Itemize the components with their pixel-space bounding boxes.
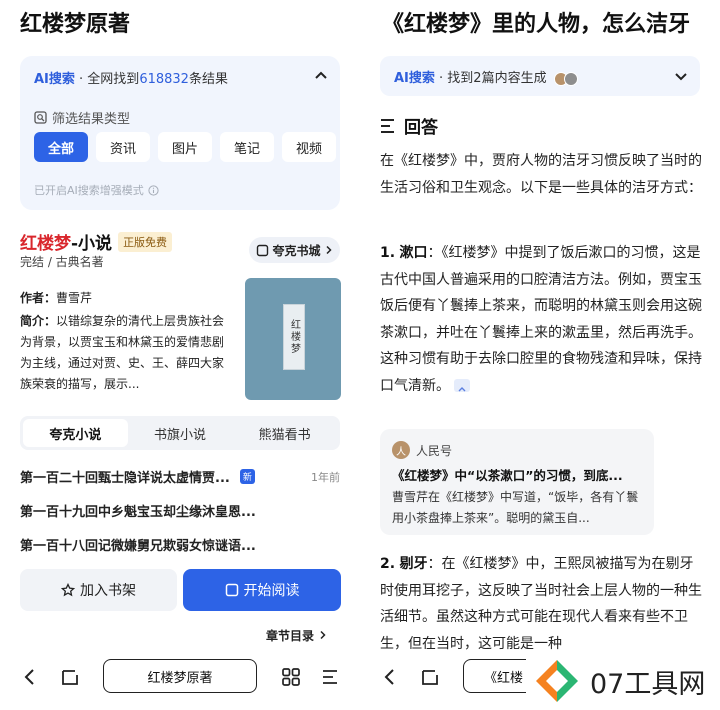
bookstore-button[interactable]: 夸克书城 — [249, 237, 340, 263]
chapter-time: 1年前 — [311, 470, 340, 484]
answer-point-1: 1. 漱口：《红楼梦》中提到了饭后漱口的习惯，这是古代中国人普遍采用的口腔清洁方… — [380, 240, 702, 399]
point-number: 2. — [380, 556, 396, 572]
ai-search-label: AI搜索 — [34, 72, 75, 87]
chapter-title: 第一百十九回中乡魁宝玉却尘缘沐皇恩... — [20, 505, 256, 520]
book-title-rest: -小说 — [71, 234, 113, 254]
free-badge: 正版免费 — [118, 231, 173, 252]
result-count: 618832 — [139, 72, 189, 87]
ai-search-label: AI搜索 — [394, 71, 435, 86]
book-icon — [225, 583, 238, 597]
tabs-icon[interactable] — [60, 667, 80, 687]
info-icon[interactable] — [148, 184, 159, 196]
chevron-right-icon — [325, 245, 332, 255]
author-name: 曹雪芹 — [56, 291, 93, 305]
tab-shuqi-novel[interactable]: 书旗小说 — [128, 419, 233, 447]
ai-summary-prefix: · 全网找到 — [79, 72, 140, 87]
chapter-item[interactable]: 第一百二十回甄士隐详说太虚情贾... 新 1年前 — [20, 467, 340, 486]
book-title[interactable]: 红楼梦 -小说 正版免费 — [20, 229, 173, 254]
back-icon[interactable] — [22, 667, 38, 687]
start-reading-button[interactable]: 开始阅读 — [183, 569, 341, 611]
ai-summary-text: · 找到2篇内容生成 — [439, 71, 547, 86]
table-of-contents-link[interactable]: 章节目录 — [266, 627, 327, 644]
point-number: 1. — [380, 245, 396, 261]
chapter-title: 第一百十八回记微嫌舅兄欺弱女惊谜语... — [20, 539, 256, 554]
new-badge: 新 — [239, 469, 255, 484]
start-reading-label: 开始阅读 — [243, 583, 300, 599]
book-icon — [257, 244, 269, 256]
reference-body: 曹雪芹在《红楼梦》中写道，“饭毕，各有丫鬟用小茶盘捧上茶来”。聪明的黛玉自... — [392, 490, 639, 525]
ai-summary-suffix: 条结果 — [188, 72, 228, 87]
answer-intro: 在《红楼梦》中，贾府人物的洁牙习惯反映了当时的生活习俗和卫生观念。以下是一些具体… — [380, 153, 702, 196]
ai-search-card[interactable]: AI搜索 · 找到2篇内容生成 — [380, 56, 700, 96]
filter-label: 筛选结果类型 — [34, 108, 130, 127]
chip-notes[interactable]: 笔记 — [220, 132, 274, 162]
chapter-item[interactable]: 第一百十九回中乡魁宝玉却尘缘沐皇恩... — [20, 501, 340, 520]
chip-images[interactable]: 图片 — [158, 132, 212, 162]
chevron-right-icon — [320, 630, 326, 640]
menu-icon[interactable] — [321, 668, 339, 686]
author-label: 作者： — [20, 291, 57, 305]
ai-search-card: AI搜索 · 全网找到618832条结果 筛选结果类型 全部 资讯 图片 笔记 … — [20, 56, 340, 210]
chip-news[interactable]: 资讯 — [96, 132, 150, 162]
point-title: 漱口 — [399, 245, 428, 261]
tabs-icon[interactable] — [420, 667, 440, 687]
chapter-item[interactable]: 第一百十八回记微嫌舅兄欺弱女惊谜语... — [20, 535, 340, 554]
source-tabs: 夸克小说 书旗小说 熊猫看书 — [20, 416, 340, 450]
add-shelf-label: 加入书架 — [80, 583, 136, 599]
filter-text: 筛选结果类型 — [52, 112, 131, 127]
toc-label: 章节目录 — [266, 629, 315, 643]
ai-note-text: 已开启AI搜索增强模式 — [34, 184, 144, 197]
ai-enhance-note: 已开启AI搜索增强模式 — [34, 182, 159, 198]
reference-title: 《红楼梦》中“以茶漱口”的习惯，到底... — [392, 468, 623, 483]
chevron-up-icon[interactable] — [314, 68, 328, 82]
chip-videos[interactable]: 视频 — [282, 132, 336, 162]
grid-icon[interactable] — [281, 667, 301, 687]
watermark-logo — [536, 660, 578, 702]
point-text: ：在《红楼梦》中，王熙凤被描写为在剔牙时使用耳挖子，这反映了当时社会上层人物的一… — [380, 556, 702, 652]
page-title: 红楼梦原著 — [20, 12, 131, 37]
author-line: 作者：曹雪芹 — [20, 289, 92, 306]
result-type-chips: 全部 资讯 图片 笔记 视频 — [34, 132, 336, 162]
back-icon[interactable] — [382, 667, 398, 687]
book-title-highlight: 红楼梦 — [20, 234, 71, 254]
chip-all[interactable]: 全部 — [34, 132, 88, 162]
point-text: ：《红楼梦》中提到了饭后漱口的习惯，这是古代中国人普遍采用的口腔清洁方法。例如，… — [380, 245, 702, 394]
reference-card[interactable]: 人 人民号 《红楼梦》中“以茶漱口”的习惯，到底... 曹雪芹在《红楼梦》中写道… — [380, 429, 654, 535]
watermark: 07工具网 — [526, 652, 720, 710]
point-title: 剔牙 — [399, 556, 428, 572]
source-name: 人民号 — [416, 443, 453, 458]
ai-search-summary: AI搜索 · 找到2篇内容生成 — [394, 67, 580, 86]
add-to-shelf-button[interactable]: 加入书架 — [20, 569, 177, 611]
book-status: 完结 / 古典名著 — [20, 255, 104, 269]
bookstore-label: 夸克书城 — [272, 243, 321, 258]
bottom-toolbar: 红楼梦原著 — [0, 652, 360, 710]
address-bar[interactable]: 红楼梦原著 — [103, 659, 257, 693]
watermark-text: 07工具网 — [590, 668, 706, 700]
intro-label: 简介： — [20, 314, 57, 328]
tab-kuake-novel[interactable]: 夸克小说 — [23, 419, 128, 447]
answer-heading: 回答 — [380, 113, 438, 138]
page-title: 《红楼梦》里的人物，怎么洁牙 — [382, 12, 691, 37]
cover-title: 红楼梦 — [283, 304, 305, 370]
source-avatar: 人 — [392, 441, 410, 459]
chapter-title: 第一百二十回甄士隐详说太虚情贾... — [20, 471, 230, 486]
right-panel: 《红楼梦》里的人物，怎么洁牙 AI搜索 · 找到2篇内容生成 回答 在《红楼梦》… — [360, 0, 720, 710]
chevron-down-icon[interactable] — [674, 69, 688, 83]
filter-search-icon — [34, 111, 47, 124]
book-intro: 简介：以错综复杂的清代上层贵族社会为背景，以贾宝玉和林黛玉的爱情悲剧为主线，通过… — [20, 311, 232, 395]
left-panel: 红楼梦原著 AI搜索 · 全网找到618832条结果 筛选结果类型 全部 资讯 … — [0, 0, 360, 710]
collapse-icon[interactable] — [454, 379, 471, 392]
source-avatar — [563, 71, 578, 86]
ai-search-summary: AI搜索 · 全网找到618832条结果 — [34, 68, 228, 87]
source-avatars — [553, 71, 580, 86]
answer-point-2: 2. 剔牙：在《红楼梦》中，王熙凤被描写为在剔牙时使用耳挖子，这反映了当时社会上… — [380, 551, 702, 657]
book-cover[interactable]: 红楼梦 — [245, 278, 341, 400]
star-plus-icon — [61, 582, 76, 596]
tab-panda-reader[interactable]: 熊猫看书 — [232, 419, 337, 447]
answer-lines-icon — [381, 118, 394, 133]
reference-source: 人 人民号 — [392, 441, 452, 459]
answer-heading-text: 回答 — [404, 118, 438, 138]
